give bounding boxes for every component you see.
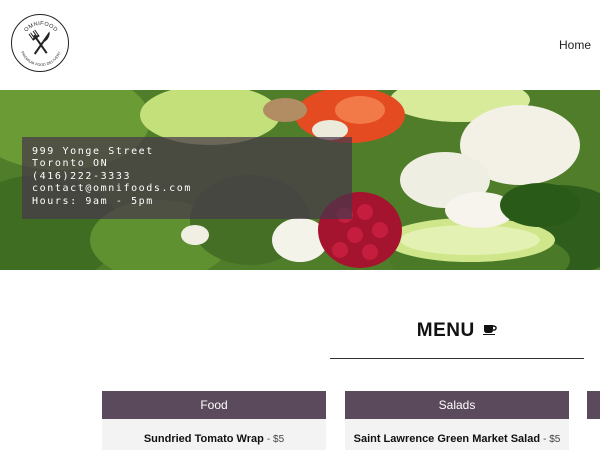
menu-category-food[interactable]: Food (102, 391, 326, 419)
menu-category-next (587, 391, 600, 419)
contact-email[interactable]: contact@omnifoods.com (32, 183, 342, 195)
menu-item-name: Saint Lawrence Green Market Salad (353, 433, 541, 445)
menu-item-salad: Saint Lawrence Green Market Salad - $5 (353, 433, 561, 445)
menu-title: MENU (416, 320, 475, 341)
omnifood-logo[interactable]: OMNIFOOD PREMIUM FOOD DELIVERY (11, 14, 69, 72)
fork-and-knife-icon: OMNIFOOD PREMIUM FOOD DELIVERY (20, 21, 62, 67)
logo-bottom-text: PREMIUM FOOD DELIVERY (20, 50, 61, 67)
menu-item-price: $5 (549, 434, 561, 445)
menu-item-food: Sundried Tomato Wrap - $5 (143, 433, 285, 445)
contact-hours: Hours: 9am - 5pm (32, 195, 154, 207)
contact-info-overlay: 999 Yonge Street Toronto ON (416)222-333… (22, 137, 352, 219)
menu-category-salads[interactable]: Salads (345, 391, 569, 419)
nav-home-link[interactable]: Home (559, 38, 591, 52)
logo-top-text: OMNIFOOD (23, 21, 58, 33)
menu-item-name: Sundried Tomato Wrap (143, 433, 264, 445)
menu-item-price: $5 (273, 434, 285, 445)
contact-city: Toronto ON (32, 158, 109, 170)
site-header: OMNIFOOD PREMIUM FOOD DELIVERY Home (0, 0, 600, 90)
menu-divider (330, 358, 584, 359)
coffee-cup-icon (483, 322, 497, 340)
svg-text:PREMIUM FOOD DELIVERY: PREMIUM FOOD DELIVERY (20, 50, 62, 67)
hero-salad-image: 999 Yonge Street Toronto ON (416)222-333… (0, 90, 600, 270)
svg-text:OMNIFOOD: OMNIFOOD (23, 21, 58, 33)
contact-address: 999 Yonge Street (32, 146, 154, 157)
menu-heading: MENU (330, 320, 584, 348)
contact-phone[interactable]: (416)222-3333 (32, 171, 342, 183)
